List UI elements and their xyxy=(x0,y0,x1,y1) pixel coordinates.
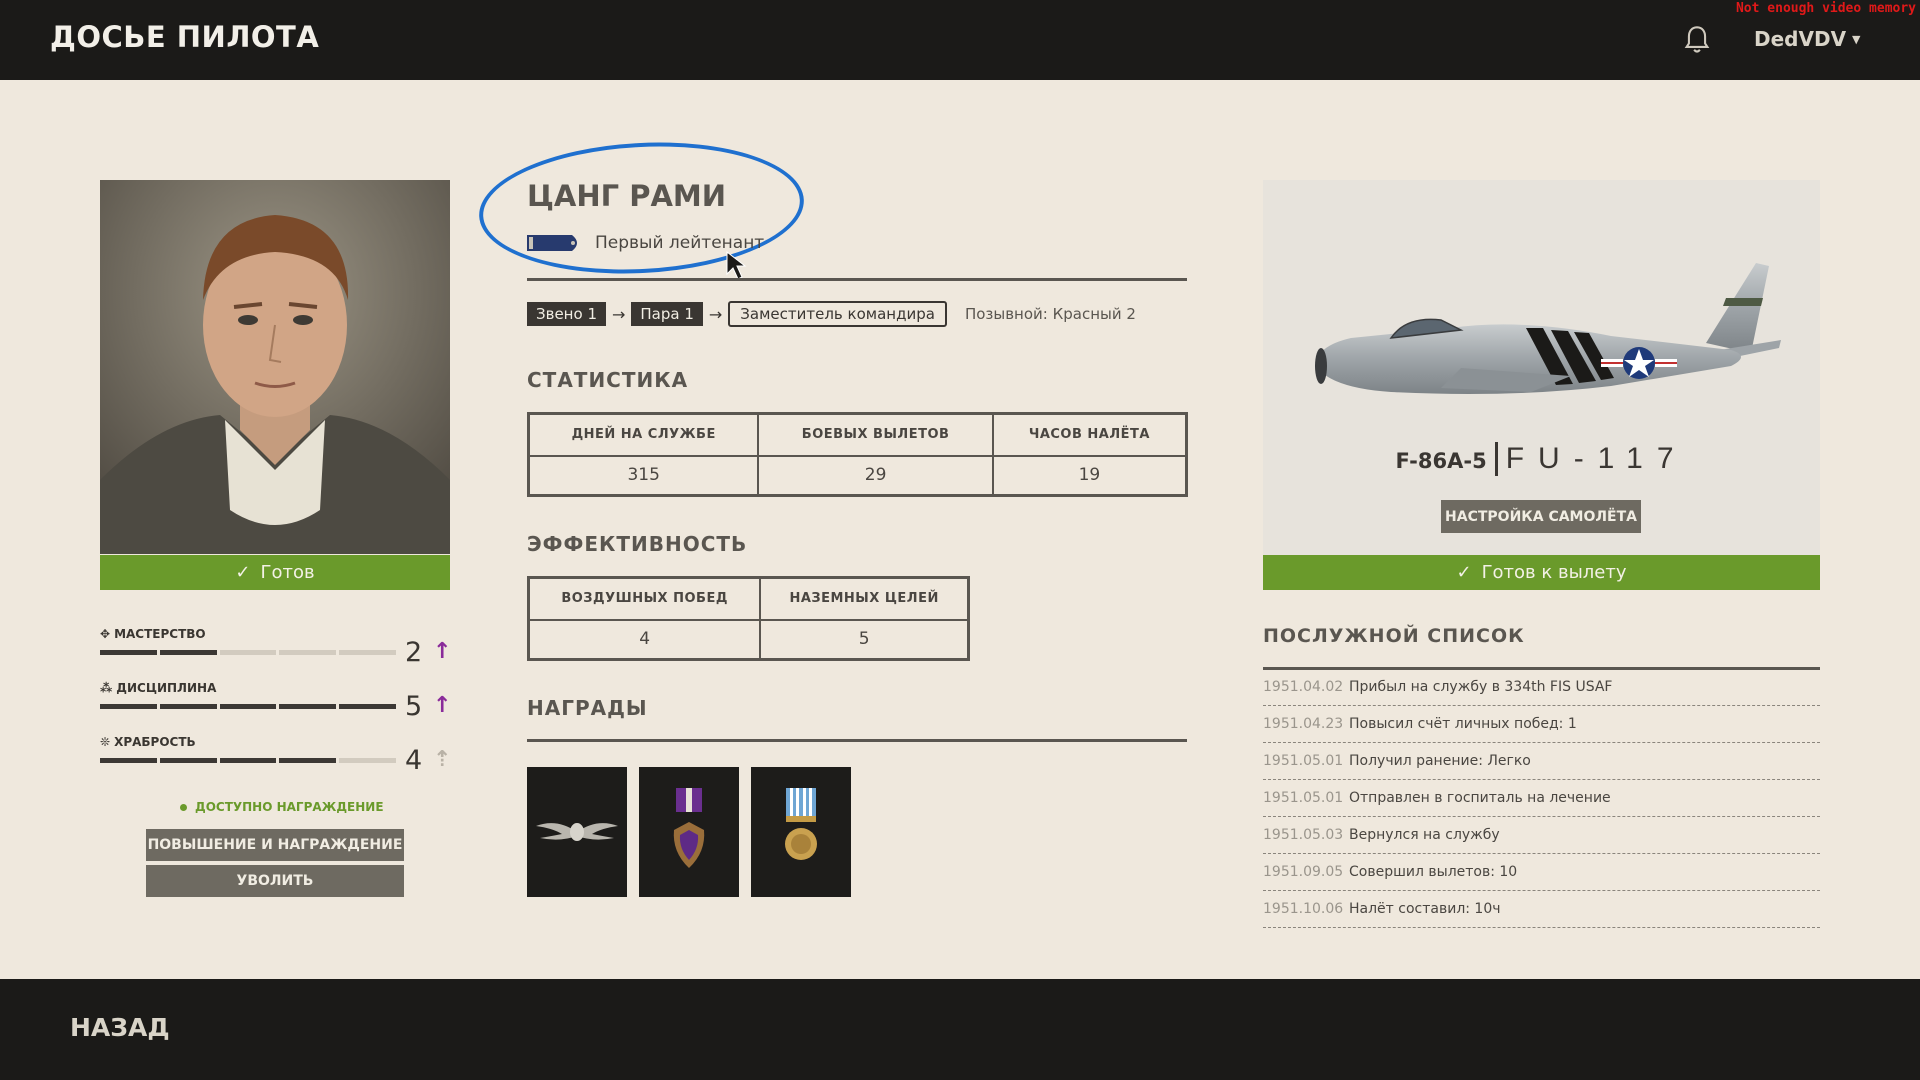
arrow-right-icon: → xyxy=(708,304,723,324)
aircraft-status-bar: ✓ Готов к вылету xyxy=(1263,555,1820,590)
entry-date: 1951.04.02 xyxy=(1263,679,1344,695)
top-bar: ДОСЬЕ ПИЛОТА DedVDV ▼ Not enough video m… xyxy=(0,0,1920,80)
statistics-title: СТАТИСТИКА xyxy=(527,368,689,392)
skill-bravery: ❊ ХРАБРОСТЬ 4 ⇡ xyxy=(100,735,452,776)
skill-level-bar xyxy=(100,704,396,709)
entry-date: 1951.05.01 xyxy=(1263,790,1344,806)
chevron-down-icon: ▼ xyxy=(1852,32,1861,46)
table-header: ЧАСОВ НАЛЁТА xyxy=(991,412,1188,457)
skill-value: 4 xyxy=(405,745,423,776)
pair-chip[interactable]: Пара 1 xyxy=(631,302,703,326)
entry-text: Получил ранение: Легко xyxy=(1349,753,1531,769)
skill-level-bar xyxy=(100,758,396,763)
bell-icon[interactable] xyxy=(1683,25,1711,55)
rank-insignia-icon xyxy=(527,235,577,251)
statistics-table: ДНЕЙ НА СЛУЖБЕ БОЕВЫХ ВЫЛЕТОВ ЧАСОВ НАЛЁ… xyxy=(527,412,1188,497)
pilot-name: ЦАНГ РАМИ xyxy=(527,179,727,213)
divider xyxy=(527,278,1187,281)
entry-date: 1951.09.05 xyxy=(1263,864,1344,880)
entry-text: Повысил счёт личных побед: 1 xyxy=(1349,716,1577,732)
entry-date: 1951.05.01 xyxy=(1263,753,1344,769)
divider xyxy=(527,739,1187,742)
skill-mastery: ✥ МАСТЕРСТВО 2 ↑ xyxy=(100,627,451,668)
pilot-portrait xyxy=(100,180,450,554)
aircraft-status-label: Готов к вылету xyxy=(1481,562,1627,583)
korean-service-medal-icon[interactable] xyxy=(751,767,851,897)
table-cell: 4 xyxy=(527,618,762,661)
table-header: ДНЕЙ НА СЛУЖБЕ xyxy=(527,412,760,457)
table-cell: 5 xyxy=(759,618,970,661)
efficiency-title: ЭФФЕКТИВНОСТЬ xyxy=(527,532,748,556)
list-item: 1951.09.05 Совершил вылетов: 10 xyxy=(1263,854,1820,891)
entry-date: 1951.05.03 xyxy=(1263,827,1344,843)
entry-text: Налёт составил: 10ч xyxy=(1349,901,1501,917)
mastery-icon: ✥ xyxy=(100,627,111,641)
user-menu[interactable]: DedVDV ▼ xyxy=(1754,27,1861,51)
award-available-notice: ДОСТУПНО НАГРАЖДЕНИЕ xyxy=(180,800,384,814)
back-button[interactable]: НАЗАД xyxy=(70,1013,170,1042)
table-header: БОЕВЫХ ВЫЛЕТОВ xyxy=(757,412,994,457)
aircraft-model: F-86A-5 xyxy=(1395,449,1487,473)
skill-value: 5 xyxy=(405,691,423,722)
service-record-list: 1951.04.02 Прибыл на службу в 334th FIS … xyxy=(1263,669,1820,928)
skill-label: ХРАБРОСТЬ xyxy=(114,735,196,749)
video-memory-warning: Not enough video memory xyxy=(1735,1,1916,16)
entry-text: Вернулся на службу xyxy=(1349,827,1500,843)
role-chip[interactable]: Заместитель командира xyxy=(728,301,947,327)
skill-discipline: ⁂ ДИСЦИПЛИНА 5 ↑ xyxy=(100,681,451,722)
list-item: 1951.05.01 Получил ранение: Легко xyxy=(1263,743,1820,780)
page-title: ДОСЬЕ ПИЛОТА xyxy=(50,20,320,54)
pilot-status-label: Готов xyxy=(260,562,315,583)
bottom-bar: НАЗАД xyxy=(0,979,1920,1080)
service-record-title: ПОСЛУЖНОЙ СПИСОК xyxy=(1263,625,1525,647)
checkmark-icon: ✓ xyxy=(235,562,251,583)
flight-chip[interactable]: Звено 1 xyxy=(527,302,606,326)
username: DedVDV xyxy=(1754,27,1847,51)
dismiss-button[interactable]: УВОЛИТЬ xyxy=(146,865,404,897)
aircraft-identification: F-86A-5 FU-117 xyxy=(1263,442,1820,476)
skill-value: 2 xyxy=(405,637,423,668)
entry-text: Отправлен в госпиталь на лечение xyxy=(1349,790,1611,806)
entry-text: Прибыл на службу в 334th FIS USAF xyxy=(1349,679,1613,695)
pilot-status-bar: ✓ Готов xyxy=(100,555,450,590)
upgrade-arrow-icon[interactable]: ↑ xyxy=(433,639,451,664)
purple-heart-medal-icon[interactable] xyxy=(639,767,739,897)
entry-date: 1951.04.23 xyxy=(1263,716,1344,732)
skill-level-bar xyxy=(100,650,396,655)
upgrade-arrow-icon: ⇡ xyxy=(433,747,452,772)
skill-label: ДИСЦИПЛИНА xyxy=(116,681,217,695)
pilot-wings-icon[interactable] xyxy=(527,767,627,897)
efficiency-table: ВОЗДУШНЫХ ПОБЕД НАЗЕМНЫХ ЦЕЛЕЙ 4 5 xyxy=(527,576,970,661)
aircraft-setup-button[interactable]: НАСТРОЙКА САМОЛЁТА xyxy=(1441,500,1641,533)
list-item: 1951.10.06 Налёт составил: 10ч xyxy=(1263,891,1820,928)
aircraft-tail-number: FU-117 xyxy=(1494,442,1688,476)
skill-label: МАСТЕРСТВО xyxy=(114,627,206,641)
entry-text: Совершил вылетов: 10 xyxy=(1349,864,1518,880)
list-item: 1951.05.03 Вернулся на службу xyxy=(1263,817,1820,854)
status-dot-icon xyxy=(180,803,187,811)
aircraft-card: F-86A-5 FU-117 НАСТРОЙКА САМОЛЁТА xyxy=(1263,180,1820,555)
table-header: ВОЗДУШНЫХ ПОБЕД xyxy=(527,576,762,621)
discipline-icon: ⁂ xyxy=(100,681,113,695)
promote-award-button[interactable]: ПОВЫШЕНИЕ И НАГРАЖДЕНИЕ xyxy=(146,829,404,861)
table-cell: 19 xyxy=(991,454,1188,497)
checkmark-icon: ✓ xyxy=(1456,562,1472,583)
callsign: Позывной: Красный 2 xyxy=(964,305,1136,323)
list-item: 1951.05.01 Отправлен в госпиталь на лече… xyxy=(1263,780,1820,817)
arrow-right-icon: → xyxy=(611,304,626,324)
awards-title: НАГРАДЫ xyxy=(527,696,648,720)
bravery-icon: ❊ xyxy=(100,735,111,749)
upgrade-arrow-icon[interactable]: ↑ xyxy=(433,693,451,718)
list-item: 1951.04.02 Прибыл на службу в 334th FIS … xyxy=(1263,669,1820,706)
f86-aircraft-illustration xyxy=(1315,263,1781,394)
entry-date: 1951.10.06 xyxy=(1263,901,1344,917)
table-header: НАЗЕМНЫХ ЦЕЛЕЙ xyxy=(759,576,970,621)
award-available-label: ДОСТУПНО НАГРАЖДЕНИЕ xyxy=(195,800,384,814)
table-cell: 315 xyxy=(527,454,760,497)
chain-of-command: Звено 1 → Пара 1 → Заместитель командира… xyxy=(527,301,1136,327)
list-item: 1951.04.23 Повысил счёт личных побед: 1 xyxy=(1263,706,1820,743)
table-cell: 29 xyxy=(757,454,994,497)
